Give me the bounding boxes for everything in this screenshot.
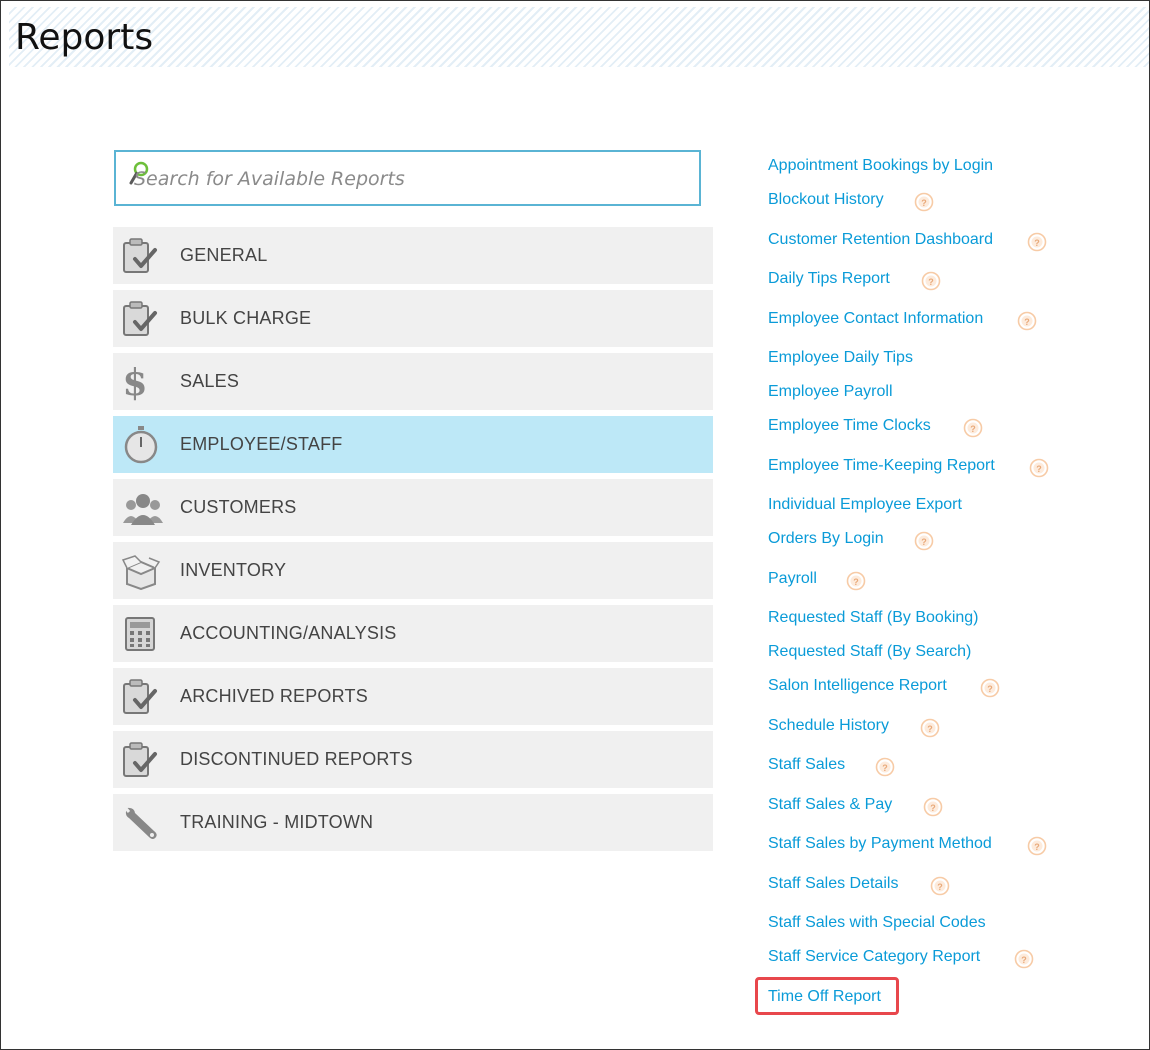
clipboard-check-icon (121, 678, 161, 716)
help-icon[interactable]: ? (1017, 311, 1037, 331)
help-icon[interactable]: ? (1027, 232, 1047, 252)
svg-text:?: ? (970, 424, 976, 434)
report-link-blockout-history[interactable]: Blockout History (768, 191, 884, 209)
report-link-staff-sales-and-pay[interactable]: Staff Sales & Pay (768, 796, 892, 814)
category-label: INVENTORY (180, 560, 287, 580)
help-icon[interactable]: ? (923, 797, 943, 817)
category-label: GENERAL (180, 245, 268, 265)
svg-text:?: ? (987, 684, 993, 694)
help-icon[interactable]: ? (1029, 458, 1049, 478)
category-accounting-analysis[interactable]: ACCOUNTING/ANALYSIS (113, 605, 713, 662)
svg-text:$: $ (122, 363, 147, 401)
calculator-icon (121, 615, 161, 653)
clipboard-check-icon (121, 300, 161, 338)
category-training-midtown[interactable]: TRAINING - MIDTOWN (113, 794, 713, 851)
wrench-icon (121, 804, 161, 842)
category-label: EMPLOYEE/STAFF (180, 434, 343, 454)
category-bulk-charge[interactable]: BULK CHARGE (113, 290, 713, 347)
report-link-staff-sales-details[interactable]: Staff Sales Details (768, 875, 898, 893)
report-link-employee-time-clocks[interactable]: Employee Time Clocks (768, 417, 931, 435)
report-link-payroll[interactable]: Payroll (768, 570, 817, 588)
box-icon (121, 552, 161, 591)
report-link-daily-tips-report[interactable]: Daily Tips Report (768, 270, 890, 288)
help-icon[interactable]: ? (963, 418, 983, 438)
svg-text:?: ? (921, 537, 927, 547)
svg-text:?: ? (928, 277, 934, 287)
highlight-box (755, 977, 899, 1015)
svg-text:?: ? (853, 577, 859, 587)
category-inventory[interactable]: INVENTORY (113, 542, 713, 599)
report-link-schedule-history[interactable]: Schedule History (768, 717, 889, 735)
svg-text:?: ? (1021, 955, 1027, 965)
category-label: BULK CHARGE (180, 308, 312, 328)
dollar-icon: $ (121, 362, 161, 404)
report-link-requested-staff-by-search[interactable]: Requested Staff (By Search) (768, 643, 971, 661)
svg-text:?: ? (937, 882, 943, 892)
stopwatch-icon (121, 426, 161, 464)
category-label: TRAINING - MIDTOWN (180, 812, 374, 832)
report-link-staff-sales-by-payment-method[interactable]: Staff Sales by Payment Method (768, 835, 992, 853)
reports-window: Reports GENERAL BULK CHARGE $ SALES EMPL… (0, 0, 1150, 1050)
clipboard-check-icon (121, 741, 161, 779)
report-link-individual-employee-export[interactable]: Individual Employee Export (768, 496, 962, 514)
report-link-appointment-bookings-by-login[interactable]: Appointment Bookings by Login (768, 157, 993, 175)
report-link-employee-daily-tips[interactable]: Employee Daily Tips (768, 349, 913, 367)
svg-text:?: ? (1034, 238, 1040, 248)
help-icon[interactable]: ? (846, 571, 866, 591)
svg-text:?: ? (930, 803, 936, 813)
category-sales[interactable]: $ SALES (113, 353, 713, 410)
report-link-customer-retention-dashboard[interactable]: Customer Retention Dashboard (768, 231, 993, 249)
help-icon[interactable]: ? (914, 192, 934, 212)
people-icon (121, 489, 163, 527)
svg-text:?: ? (882, 763, 888, 773)
search-input[interactable] (132, 164, 686, 194)
report-link-employee-time-keeping-report[interactable]: Employee Time-Keeping Report (768, 457, 995, 475)
clipboard-check-icon (121, 237, 161, 275)
report-link-staff-sales-with-special-codes[interactable]: Staff Sales with Special Codes (768, 914, 986, 932)
svg-text:?: ? (921, 198, 927, 208)
report-link-requested-staff-by-booking[interactable]: Requested Staff (By Booking) (768, 609, 979, 627)
help-icon[interactable]: ? (930, 876, 950, 896)
category-label: ARCHIVED REPORTS (180, 686, 368, 706)
report-link-employee-payroll[interactable]: Employee Payroll (768, 383, 893, 401)
category-general[interactable]: GENERAL (113, 227, 713, 284)
category-employee-staff[interactable]: EMPLOYEE/STAFF (113, 416, 713, 473)
help-icon[interactable]: ? (920, 718, 940, 738)
report-link-salon-intelligence-report[interactable]: Salon Intelligence Report (768, 677, 947, 695)
category-label: SALES (180, 371, 240, 391)
help-icon[interactable]: ? (1014, 949, 1034, 969)
report-link-staff-sales[interactable]: Staff Sales (768, 756, 845, 774)
category-customers[interactable]: CUSTOMERS (113, 479, 713, 536)
page-header (9, 7, 1149, 67)
category-archived-reports[interactable]: ARCHIVED REPORTS (113, 668, 713, 725)
report-link-orders-by-login[interactable]: Orders By Login (768, 530, 884, 548)
page-title: Reports (15, 17, 154, 58)
help-icon[interactable]: ? (980, 678, 1000, 698)
svg-text:?: ? (1024, 317, 1030, 327)
category-label: CUSTOMERS (180, 497, 297, 517)
help-icon[interactable]: ? (921, 271, 941, 291)
category-discontinued-reports[interactable]: DISCONTINUED REPORTS (113, 731, 713, 788)
report-link-employee-contact-information[interactable]: Employee Contact Information (768, 310, 983, 328)
help-icon[interactable]: ? (1027, 836, 1047, 856)
search-box[interactable] (114, 150, 701, 206)
help-icon[interactable]: ? (875, 757, 895, 777)
category-label: DISCONTINUED REPORTS (180, 749, 413, 769)
svg-text:?: ? (1036, 464, 1042, 474)
help-icon[interactable]: ? (914, 531, 934, 551)
svg-text:?: ? (927, 724, 933, 734)
report-link-staff-service-category-report[interactable]: Staff Service Category Report (768, 948, 980, 966)
svg-text:?: ? (1034, 842, 1040, 852)
category-label: ACCOUNTING/ANALYSIS (180, 623, 397, 643)
